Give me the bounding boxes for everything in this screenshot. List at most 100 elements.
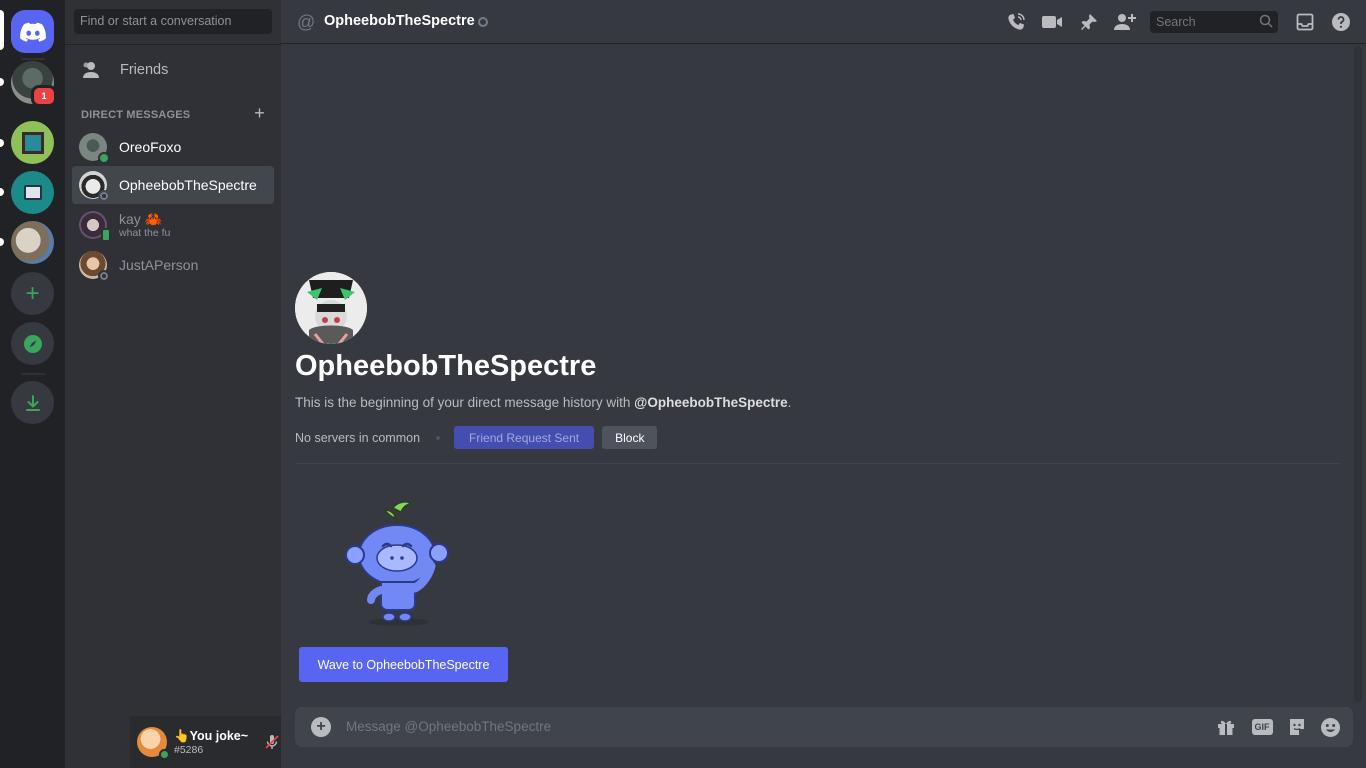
plus-icon: + (25, 279, 40, 307)
avatar (79, 251, 110, 282)
chat-main: @ OpheebobTheSpectre Search OpheebobTheS… (281, 0, 1366, 768)
wumpus-wave-illustration (341, 500, 459, 630)
video-camera-icon (1042, 16, 1062, 28)
emoji-smile-icon (1320, 717, 1340, 737)
avatar (79, 133, 110, 164)
pinned-messages-button[interactable] (1078, 11, 1100, 33)
divider (65, 44, 281, 45)
dm-item-justaperson[interactable]: JustAPerson (72, 246, 274, 284)
help-button[interactable] (1330, 11, 1352, 33)
unread-pill (0, 238, 4, 246)
user-discriminator: #5286 (174, 743, 204, 756)
chat-header: @ OpheebobTheSpectre Search (281, 0, 1366, 44)
create-dm-button[interactable]: + (254, 103, 265, 124)
avatar (79, 211, 111, 242)
dm-section-header: DIRECT MESSAGES + (81, 103, 265, 124)
friends-icon (83, 62, 99, 78)
friend-request-sent-button[interactable]: Friend Request Sent (454, 426, 595, 449)
avatar (79, 171, 110, 202)
sticker-picker-button[interactable] (1286, 716, 1308, 738)
bullet-separator (436, 435, 441, 440)
server-avatar-4[interactable] (11, 221, 54, 264)
channel-title: OpheebobTheSpectre (324, 13, 475, 29)
at-icon: @ (297, 12, 316, 32)
selected-pill (0, 10, 4, 50)
recipient-name: OpheebobTheSpectre (295, 350, 597, 382)
user-avatar[interactable] (137, 727, 170, 760)
gift-icon (1218, 720, 1234, 735)
server-avatar-3[interactable] (11, 171, 54, 214)
divider (295, 463, 1339, 464)
server-avatar-1[interactable]: 1 (11, 61, 57, 107)
dm-custom-status: what the fu (119, 226, 171, 239)
block-button[interactable]: Block (602, 426, 658, 449)
dm-name: OpheebobTheSpectre (119, 177, 257, 193)
intro-suffix: . (787, 395, 792, 410)
wave-button[interactable]: Wave to OpheebobTheSpectre (299, 647, 508, 682)
home-button[interactable] (11, 10, 54, 53)
emoji-picker-button[interactable] (1319, 716, 1341, 738)
discord-logo-icon (19, 22, 46, 42)
rail-separator (21, 58, 45, 60)
rail-separator (21, 373, 45, 375)
server-rail: 1 + (0, 0, 65, 768)
find-conversation-button[interactable]: Find or start a conversation (74, 9, 272, 34)
dm-item-oreofoxo[interactable]: OreoFoxo (72, 128, 274, 166)
friends-nav-item[interactable]: Friends (72, 52, 274, 88)
help-icon (1332, 13, 1350, 31)
mic-muted-icon (264, 734, 279, 749)
search-icon (1259, 14, 1273, 28)
pin-icon (1081, 14, 1097, 30)
mute-button[interactable] (261, 731, 282, 752)
intro-prefix: This is the beginning of your direct mes… (295, 395, 635, 410)
add-user-icon (1114, 14, 1136, 30)
status-offline-icon (98, 190, 110, 202)
server-avatar-2[interactable] (11, 121, 54, 164)
download-icon (25, 394, 40, 411)
mutual-row: No servers in common Friend Request Sent… (295, 426, 658, 449)
unread-pill (0, 188, 4, 196)
gift-button[interactable] (1215, 716, 1237, 738)
status-offline-icon (478, 17, 488, 27)
username: 👆You joke~ (174, 728, 249, 743)
unread-pill (0, 78, 4, 86)
recipient-avatar (295, 272, 367, 344)
message-composer[interactable]: + Message @OpheebobTheSpectre GIF (295, 707, 1353, 747)
download-apps-button[interactable] (11, 381, 54, 424)
status-offline-icon (98, 270, 110, 282)
inbox-button[interactable] (1294, 11, 1316, 33)
dm-item-opheebobthespectre[interactable]: OpheebobTheSpectre (72, 166, 274, 204)
dm-header-label: DIRECT MESSAGES (81, 109, 191, 121)
discord-app: 1 + Find or start a conversation Friends (0, 0, 1366, 768)
gif-picker-button[interactable]: GIF (1251, 716, 1273, 738)
dm-name: JustAPerson (119, 257, 199, 273)
mutual-servers-text: No servers in common (295, 430, 421, 445)
search-input[interactable]: Search (1150, 11, 1278, 33)
status-online-icon (159, 749, 170, 760)
sticker-icon (1290, 719, 1304, 735)
dm-name: kay 🦀 (119, 210, 163, 227)
intro-handle: @OpheebobTheSpectre (634, 395, 788, 410)
add-server-button[interactable]: + (11, 272, 54, 315)
dm-item-kay[interactable]: kay 🦀 what the fu (72, 206, 274, 244)
status-online-icon (98, 152, 110, 164)
mention-badge: 1 (31, 85, 57, 107)
dm-intro-text: This is the beginning of your direct mes… (295, 395, 791, 410)
upload-plus-icon[interactable]: + (311, 717, 331, 737)
inbox-icon (1296, 13, 1314, 31)
unread-pill (0, 139, 4, 147)
add-friends-to-dm-button[interactable] (1114, 11, 1136, 33)
gif-icon: GIF (1251, 719, 1273, 735)
compass-icon (23, 334, 42, 353)
scrollbar-track[interactable] (1354, 46, 1362, 702)
start-video-call-button[interactable] (1041, 11, 1063, 33)
phone-call-icon (1008, 13, 1025, 30)
friends-label: Friends (120, 62, 169, 78)
dm-name: OreoFoxo (119, 139, 182, 155)
status-mobile-icon (101, 228, 111, 242)
message-input[interactable]: Message @OpheebobTheSpectre (346, 719, 551, 734)
explore-servers-button[interactable] (11, 322, 54, 365)
start-voice-call-button[interactable] (1005, 11, 1027, 33)
search-placeholder: Search (1156, 15, 1196, 29)
dm-sidebar: Find or start a conversation Friends DIR… (65, 0, 346, 768)
